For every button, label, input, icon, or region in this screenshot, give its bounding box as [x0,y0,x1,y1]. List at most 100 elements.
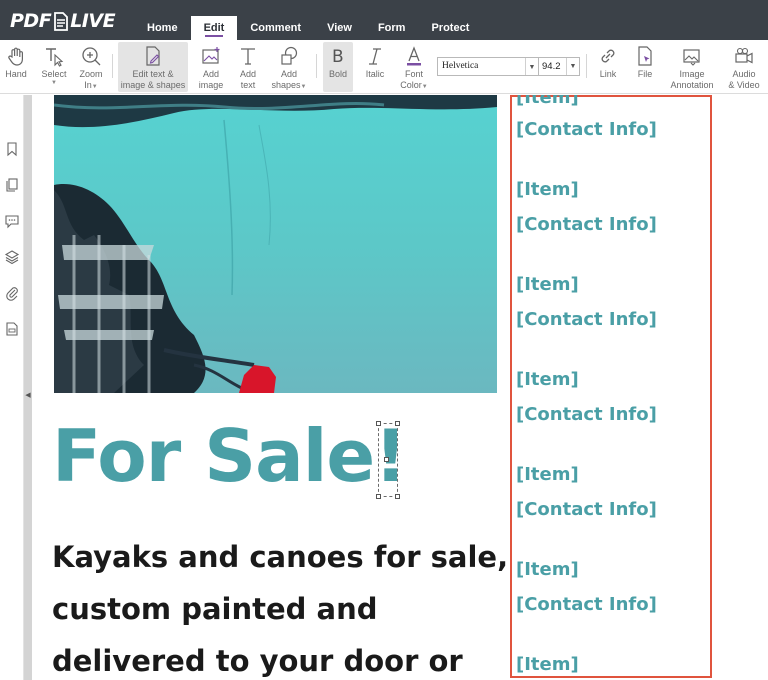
tab-comment[interactable]: Comment [237,16,314,40]
form-field-icon[interactable] [4,321,20,337]
tab-edit[interactable]: Edit [190,16,238,40]
add-shapes-icon [281,46,298,65]
bold-button[interactable]: B Bold [323,42,353,92]
image-annotation-label-line2: Annotation [670,80,714,90]
logo-suffix: LIVE [70,10,116,32]
body-line: Kayaks and canoes for sale, [52,540,509,574]
add-image-button[interactable]: Add image [196,42,226,92]
tab-view[interactable]: View [314,16,365,40]
italic-button[interactable]: Italic [360,42,390,92]
list-item-item: [Item] [516,654,579,675]
list-item-contact-info: [Contact Info] [516,594,657,615]
audio-video-button[interactable]: Audio & Video [724,42,764,92]
image-annotation-icon [683,49,700,66]
hand-label: Hand [5,69,27,79]
font-color-label-line2: Color▼ [400,80,428,90]
items-text-box-selected[interactable]: [Item] [Contact Info] [Item] [Contact In… [510,95,712,678]
svg-text:B: B [332,47,344,67]
body-paragraph[interactable]: Kayaks and canoes for sale, custom paint… [52,531,522,680]
resize-handle[interactable] [384,457,389,462]
add-shapes-label-line2: shapes▼ [271,80,307,90]
select-label: Select [41,69,67,79]
add-text-label-line1: Add [239,69,256,79]
list-item-contact-info: [Contact Info] [516,404,657,425]
tab-home[interactable]: Home [134,16,191,40]
resize-handle[interactable] [376,494,381,499]
file-attach-button[interactable]: File [632,42,658,92]
link-button[interactable]: Link [594,42,622,92]
zoom-label-line2: In▼ [84,80,98,90]
add-text-label-line2: text [240,80,256,90]
file-icon [638,46,652,66]
font-color-button[interactable]: Font Color▼ [398,42,430,92]
edit-label-line2: image & shapes [120,80,186,90]
video-camera-icon [735,47,753,64]
resize-handle[interactable] [395,421,400,426]
left-sidebar [0,95,24,680]
bookmark-icon[interactable] [4,141,20,157]
resize-handle[interactable] [376,421,381,426]
add-shapes-button[interactable]: Add shapes▼ [270,42,308,92]
font-size-select[interactable]: 94.2 ▼ [538,57,580,76]
chevron-down-icon: ▼ [566,58,579,75]
chevron-down-icon: ▼ [525,58,538,75]
main-tabs: Home Edit Comment View Form Protect [134,16,482,40]
image-annotation-button[interactable]: Image Annotation [666,42,718,92]
link-icon [601,49,615,63]
font-family-value: Helvetica [442,61,479,71]
comments-icon[interactable] [4,213,20,229]
attachment-icon[interactable] [4,285,20,301]
collapse-panel-arrow-icon[interactable]: ◀ [24,388,32,402]
list-item-item: [Item] [516,95,579,108]
add-image-icon [202,47,220,64]
toolbar-divider [316,54,317,78]
add-image-label-line2: image [198,80,224,90]
audio-video-label-line1: Audio [732,69,756,79]
app-window: PDF LIVE Home Edit Comment View Form Pro… [0,0,768,680]
edit-text-image-shapes-button[interactable]: Edit text & image & shapes [118,42,188,92]
link-label: Link [599,69,617,79]
resize-handle[interactable] [395,494,400,499]
font-family-select[interactable]: Helvetica ▼ [437,57,539,76]
logo-text: PDF [10,10,52,32]
layers-icon[interactable] [4,249,20,265]
body-line: custom painted and [52,592,378,626]
edit-document-icon [146,46,160,66]
zoom-in-icon [82,47,101,66]
select-tool-button[interactable]: Select ▼ [38,42,70,92]
list-item-item: [Item] [516,274,579,295]
bold-icon: B [332,47,344,67]
list-item-contact-info: [Contact Info] [516,309,657,330]
list-item-item: [Item] [516,369,579,390]
document-page: For Sale! Kayaks and canoes for sale, cu… [32,95,768,680]
toolbar-divider [586,54,587,78]
list-item-item: [Item] [516,464,579,485]
list-item-contact-info: [Contact Info] [516,214,657,235]
select-text-icon [46,48,64,67]
text-selection-box[interactable] [376,421,400,499]
bold-label: Bold [328,69,347,79]
font-size-value: 94.2 [542,61,561,72]
list-item-item: [Item] [516,179,579,200]
hand-icon [8,47,23,66]
zoom-in-button[interactable]: Zoom In▼ [76,42,106,92]
audio-video-label-line2: & Video [728,80,760,90]
list-item-item: [Item] [516,559,579,580]
kayak-water-photo [54,95,497,393]
pages-icon[interactable] [4,177,20,193]
hand-tool-button[interactable]: Hand [3,42,29,92]
tab-form[interactable]: Form [365,16,419,40]
tab-protect[interactable]: Protect [418,16,482,40]
toolbar-divider [112,54,113,78]
add-shapes-label-line1: Add [280,69,297,79]
add-text-icon [241,48,255,65]
for-sale-heading[interactable]: For Sale! [52,413,407,499]
file-label: File [637,69,653,79]
zoom-label-line1: Zoom [79,69,103,79]
add-text-button[interactable]: Add text [234,42,262,92]
select-dropdown-caret: ▼ [51,80,57,86]
italic-label: Italic [365,69,385,79]
image-annotation-label-line1: Image [679,69,705,79]
app-logo[interactable]: PDF LIVE [10,9,116,33]
body-line: delivered to your door or [52,644,463,678]
